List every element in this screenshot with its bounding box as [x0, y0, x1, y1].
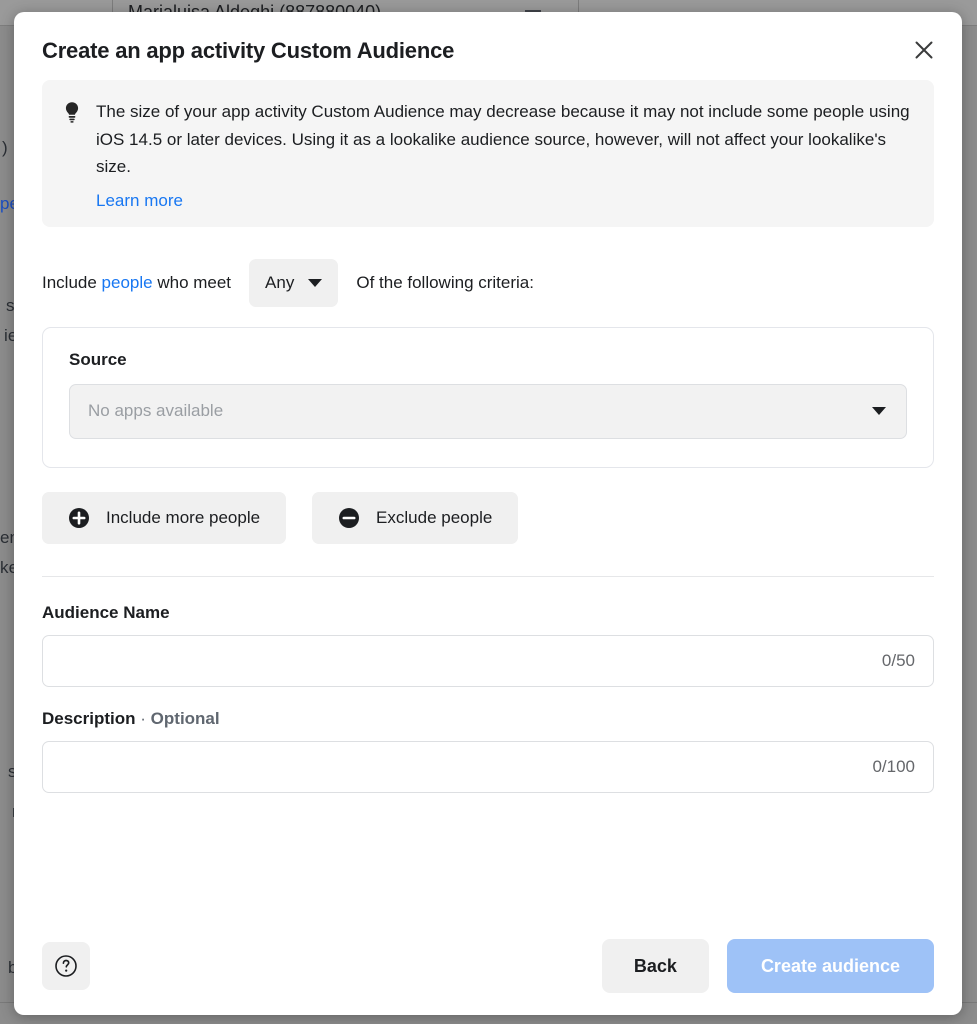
plus-circle-icon: [68, 507, 90, 529]
description-optional-label: Optional: [151, 709, 220, 728]
lightbulb-icon-wrap: [62, 98, 82, 211]
description-label: Description · Optional: [42, 709, 934, 729]
dialog-footer: Back Create audience: [14, 925, 962, 1015]
notice-text: The size of your app activity Custom Aud…: [96, 98, 914, 181]
description-input[interactable]: [61, 757, 860, 777]
match-type-value: Any: [265, 273, 294, 293]
audience-name-input-wrap[interactable]: 0/50: [42, 635, 934, 687]
criteria-prefix: Include: [42, 273, 102, 293]
audience-name-block: Audience Name 0/50: [42, 603, 934, 687]
criteria-row: Include people who meet Any Of the follo…: [42, 259, 934, 307]
description-block: Description · Optional 0/100: [42, 709, 934, 793]
question-circle-icon: [53, 953, 79, 979]
background-text-fragment: ): [2, 138, 8, 158]
minus-circle-icon: [338, 507, 360, 529]
create-audience-button[interactable]: Create audience: [727, 939, 934, 993]
audience-name-input[interactable]: [61, 651, 870, 671]
description-input-wrap[interactable]: 0/100: [42, 741, 934, 793]
close-icon-button[interactable]: [906, 32, 942, 68]
match-type-dropdown[interactable]: Any: [249, 259, 338, 307]
source-select[interactable]: No apps available: [69, 384, 907, 439]
back-button[interactable]: Back: [602, 939, 709, 993]
dialog-header: Create an app activity Custom Audience: [14, 12, 962, 76]
criteria-suffix: Of the following criteria:: [356, 273, 534, 293]
close-icon: [913, 39, 935, 61]
description-separator: ·: [140, 709, 146, 728]
source-label: Source: [69, 350, 907, 370]
criteria-middle: who meet: [153, 273, 231, 293]
chevron-down-icon: [308, 279, 322, 287]
notice-content: The size of your app activity Custom Aud…: [96, 98, 914, 211]
ios-notice-banner: The size of your app activity Custom Aud…: [42, 80, 934, 227]
section-divider: [42, 576, 934, 577]
create-custom-audience-dialog: Create an app activity Custom Audience T…: [14, 12, 962, 1015]
source-placeholder: No apps available: [88, 401, 223, 421]
chevron-down-icon: [872, 407, 886, 415]
source-card: Source No apps available: [42, 327, 934, 468]
audience-name-label-text: Audience Name: [42, 603, 170, 622]
dialog-title: Create an app activity Custom Audience: [42, 38, 934, 64]
lightbulb-icon: [62, 101, 82, 123]
help-button[interactable]: [42, 942, 90, 990]
exclude-people-button[interactable]: Exclude people: [312, 492, 518, 544]
audience-name-label: Audience Name: [42, 603, 934, 623]
learn-more-link[interactable]: Learn more: [96, 191, 183, 211]
dialog-body: The size of your app activity Custom Aud…: [14, 76, 962, 925]
description-counter: 0/100: [872, 757, 915, 777]
people-link[interactable]: people: [102, 273, 153, 293]
include-more-people-button[interactable]: Include more people: [42, 492, 286, 544]
exclude-people-label: Exclude people: [376, 508, 492, 528]
include-more-people-label: Include more people: [106, 508, 260, 528]
audience-rule-actions: Include more people Exclude people: [42, 492, 934, 544]
description-label-text: Description: [42, 709, 136, 728]
audience-name-counter: 0/50: [882, 651, 915, 671]
